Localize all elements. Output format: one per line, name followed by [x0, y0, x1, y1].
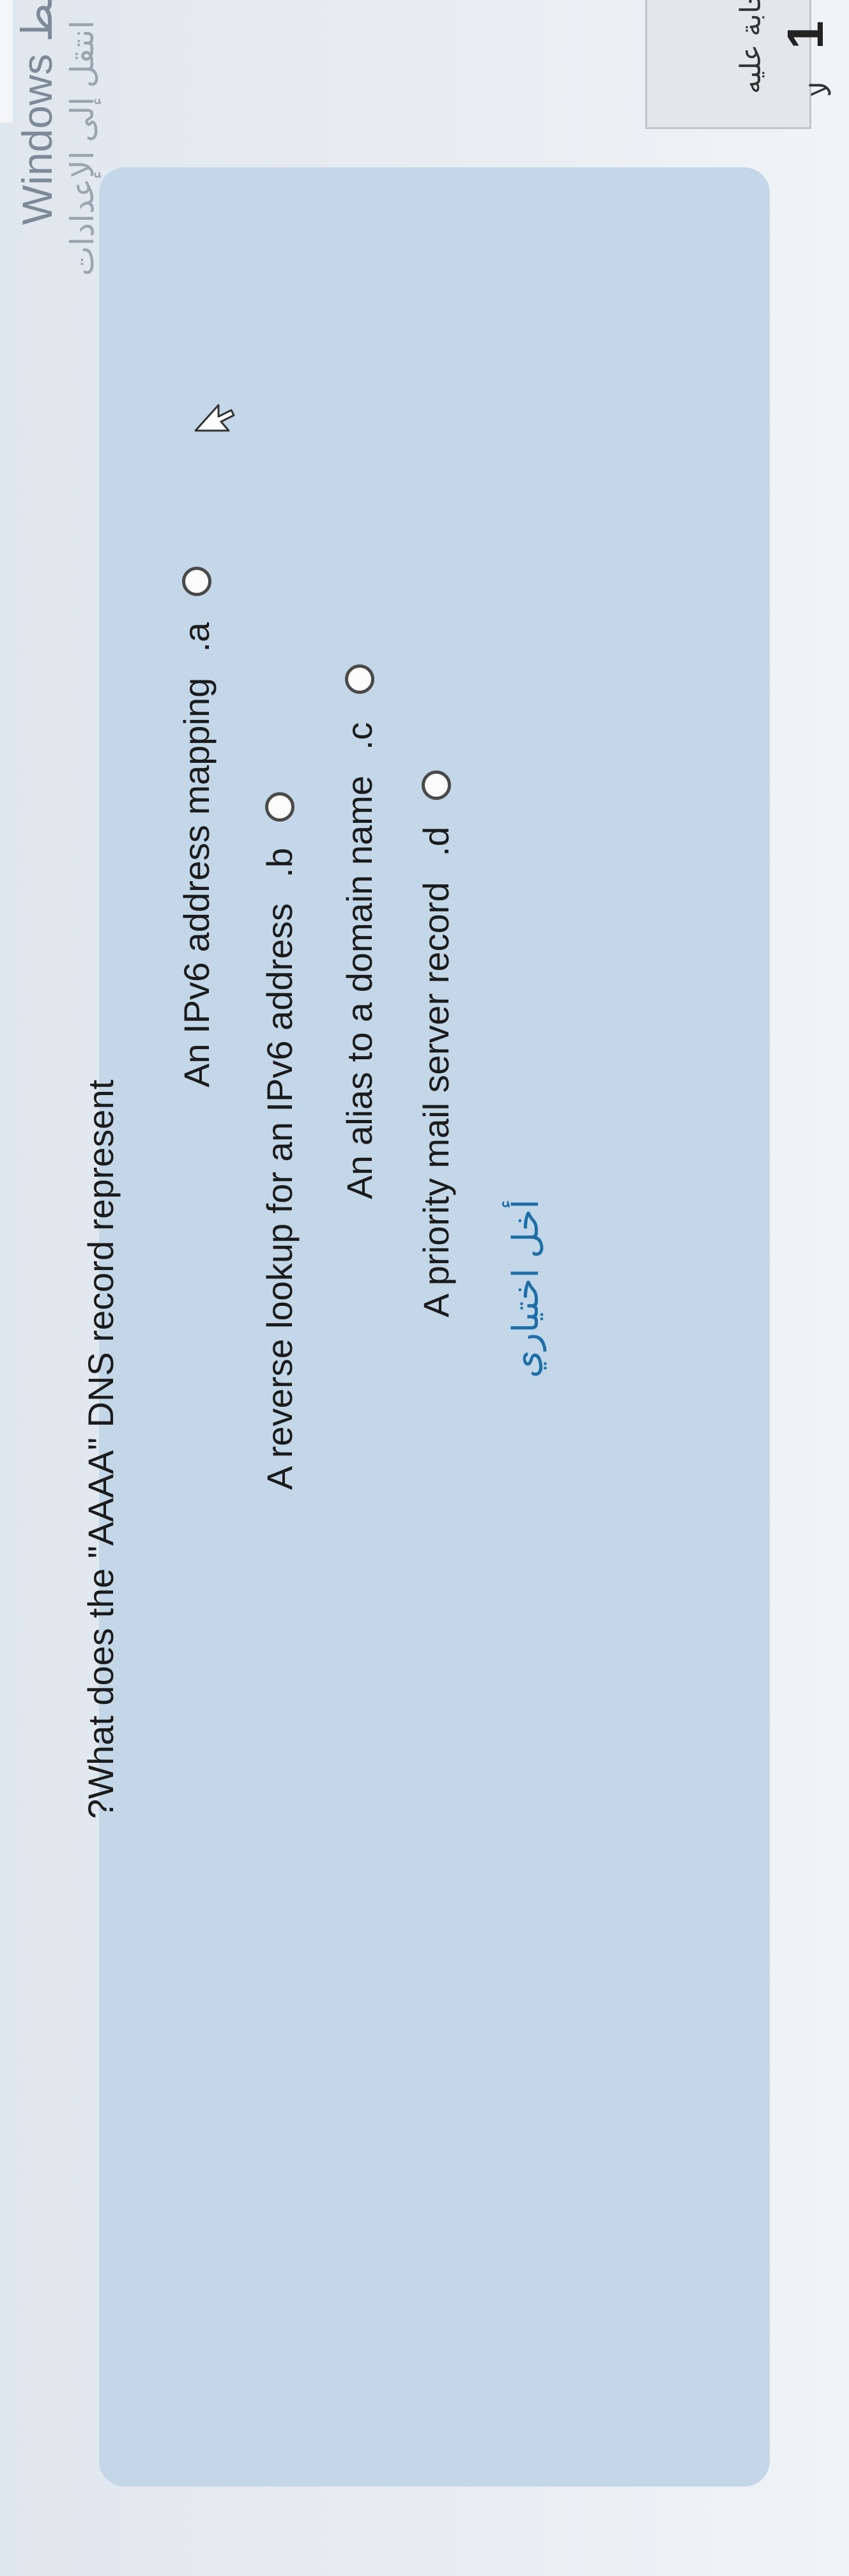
option-d-letter: .d	[416, 826, 456, 857]
option-b[interactable]: A reverse lookup for an IPv6 address .b	[259, 792, 300, 1490]
question-text: ?What does the "AAAA" DNS record represe…	[80, 1079, 121, 1819]
option-b-radio[interactable]	[264, 792, 294, 822]
question-status: لم تتم الإجابة عليه	[735, 0, 767, 94]
option-a[interactable]: An IPv6 address mapping .a	[176, 566, 217, 1087]
clear-choice-link[interactable]: أخل اختياري	[505, 1199, 547, 1378]
question-flag-label[interactable]: لا	[805, 81, 838, 97]
option-a-radio[interactable]	[181, 566, 211, 596]
mouse-pointer-icon	[194, 404, 235, 432]
screen-edge	[0, 0, 13, 123]
windows-activation-hint: انتقل إلى الإعدادات	[65, 20, 100, 276]
question-number: 1	[777, 20, 834, 50]
windows-activation-text: تنشيط Windows	[13, 0, 61, 225]
option-c-text: An alias to a domain name	[339, 775, 379, 1199]
question-info-box	[645, 0, 811, 129]
option-c-letter: .c	[339, 722, 379, 750]
option-c-radio[interactable]	[344, 664, 374, 694]
option-d-text: A priority mail server record	[416, 882, 456, 1317]
option-a-text: An IPv6 address mapping	[176, 677, 217, 1087]
option-c[interactable]: An alias to a domain name .c	[339, 664, 380, 1199]
option-d[interactable]: A priority mail server record .d	[415, 770, 457, 1317]
option-b-text: A reverse lookup for an IPv6 address	[259, 903, 300, 1490]
question-panel	[99, 167, 770, 2487]
option-b-letter: .b	[259, 848, 300, 878]
option-a-letter: .a	[176, 622, 217, 652]
quiz-screen: تنشيط Windows انتقل إلى الإعدادات ?What …	[0, 0, 849, 2576]
option-d-radio[interactable]	[421, 770, 451, 801]
